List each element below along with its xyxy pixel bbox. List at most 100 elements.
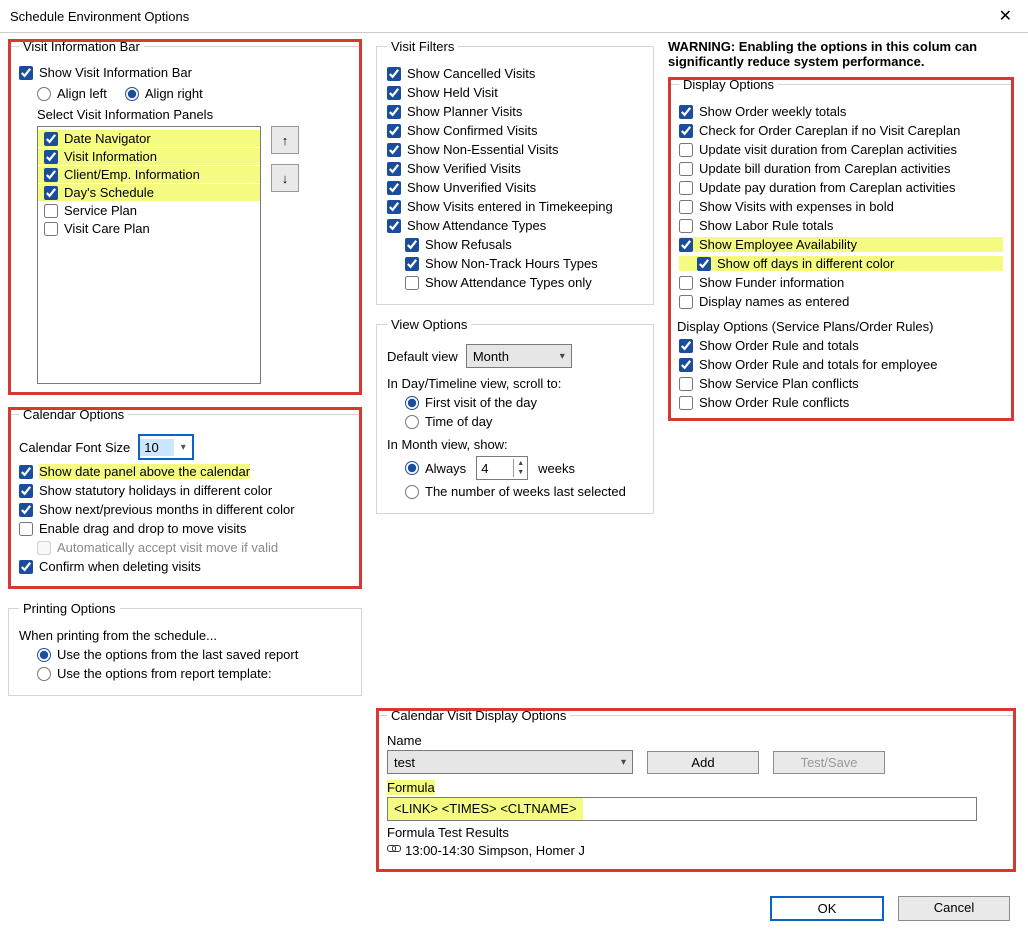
panel-visit-information-checkbox[interactable]: [44, 150, 58, 164]
weekly-totals-checkbox[interactable]: [679, 105, 693, 119]
panel-days-schedule-checkbox[interactable]: [44, 186, 58, 200]
labor-totals-checkbox[interactable]: [679, 219, 693, 233]
rule-totals-emp-checkbox[interactable]: [679, 358, 693, 372]
close-icon[interactable]: ✕: [993, 6, 1018, 26]
enable-drag-drop-checkbox[interactable]: [19, 522, 33, 536]
show-timekeeping-label: Show Visits entered in Timekeeping: [407, 199, 613, 214]
sp-conflicts-checkbox[interactable]: [679, 377, 693, 391]
weeks-input[interactable]: [477, 460, 513, 477]
show-planner-label: Show Planner Visits: [407, 104, 522, 119]
first-visit-label: First visit of the day: [425, 395, 537, 410]
show-visit-info-bar-checkbox[interactable]: [19, 66, 33, 80]
num-weeks-last-radio[interactable]: [405, 485, 419, 499]
show-stat-holidays-label: Show statutory holidays in different col…: [39, 483, 272, 498]
check-careplan-label: Check for Order Careplan if no Visit Car…: [699, 123, 960, 138]
panel-client-emp-info-checkbox[interactable]: [44, 168, 58, 182]
show-unverified-checkbox[interactable]: [387, 181, 401, 195]
update-bill-dur-checkbox[interactable]: [679, 162, 693, 176]
rule-totals-checkbox[interactable]: [679, 339, 693, 353]
emp-avail-checkbox[interactable]: [679, 238, 693, 252]
names-entered-checkbox[interactable]: [679, 295, 693, 309]
add-button[interactable]: Add: [647, 751, 759, 774]
show-held-checkbox[interactable]: [387, 86, 401, 100]
panel-visit-care-plan-label: Visit Care Plan: [64, 221, 150, 236]
panel-service-plan-label: Service Plan: [64, 203, 137, 218]
show-attendance-only-checkbox[interactable]: [405, 276, 419, 290]
confirm-delete-checkbox[interactable]: [19, 560, 33, 574]
view-options-group: View Options Default view Month ▾ In Day…: [376, 317, 654, 514]
labor-totals-label: Show Labor Rule totals: [699, 218, 833, 233]
cvdo-formula-input[interactable]: <LINK> <TIMES> <CLTNAME>: [387, 797, 977, 821]
performance-warning: WARNING: Enabling the options in this co…: [668, 39, 1014, 69]
show-verified-checkbox[interactable]: [387, 162, 401, 176]
cvdo-formula-label: Formula: [387, 780, 435, 795]
show-date-panel-checkbox[interactable]: [19, 465, 33, 479]
show-confirmed-checkbox[interactable]: [387, 124, 401, 138]
show-cancelled-label: Show Cancelled Visits: [407, 66, 535, 81]
check-careplan-checkbox[interactable]: [679, 124, 693, 138]
panel-date-navigator-checkbox[interactable]: [44, 132, 58, 146]
update-pay-dur-checkbox[interactable]: [679, 181, 693, 195]
rule-totals-emp-label: Show Order Rule and totals for employee: [699, 357, 937, 372]
ok-button[interactable]: OK: [770, 896, 884, 921]
calendar-font-size-input[interactable]: [140, 439, 174, 456]
show-nonessential-label: Show Non-Essential Visits: [407, 142, 559, 157]
display-options-legend: Display Options: [679, 77, 778, 92]
align-left-radio[interactable]: [37, 87, 51, 101]
spin-down-icon[interactable]: ▼: [514, 468, 527, 477]
rule-conflicts-checkbox[interactable]: [679, 396, 693, 410]
spin-up-icon[interactable]: ▲: [514, 459, 527, 468]
show-planner-checkbox[interactable]: [387, 105, 401, 119]
show-next-prev-months-label: Show next/previous months in different c…: [39, 502, 295, 517]
align-right-radio[interactable]: [125, 87, 139, 101]
show-refusals-checkbox[interactable]: [405, 238, 419, 252]
panel-client-emp-info-label: Client/Emp. Information: [64, 167, 200, 182]
funder-info-label: Show Funder information: [699, 275, 844, 290]
use-last-saved-radio[interactable]: [37, 648, 51, 662]
cvdo-legend: Calendar Visit Display Options: [387, 708, 570, 723]
calendar-options-group: Calendar Options Calendar Font Size ▾ Sh…: [8, 407, 362, 589]
chevron-down-icon: ▾: [174, 442, 192, 453]
cvdo-name-value: test: [394, 755, 415, 770]
show-nontrack-label: Show Non-Track Hours Types: [425, 256, 598, 271]
show-date-panel-label: Show date panel above the calendar: [39, 464, 250, 479]
panel-days-schedule-label: Day's Schedule: [64, 185, 154, 200]
show-attendance-label: Show Attendance Types: [407, 218, 546, 233]
calendar-options-legend: Calendar Options: [19, 407, 128, 422]
test-save-button[interactable]: Test/Save: [773, 751, 885, 774]
panel-visit-care-plan-checkbox[interactable]: [44, 222, 58, 236]
show-nonessential-checkbox[interactable]: [387, 143, 401, 157]
show-next-prev-months-checkbox[interactable]: [19, 503, 33, 517]
cvdo-name-select[interactable]: test ▾: [387, 750, 633, 774]
use-template-radio[interactable]: [37, 667, 51, 681]
show-nontrack-checkbox[interactable]: [405, 257, 419, 271]
default-view-label: Default view: [387, 349, 458, 364]
move-down-button[interactable]: ↓: [271, 164, 299, 192]
always-radio[interactable]: [405, 461, 419, 475]
scroll-to-label: In Day/Timeline view, scroll to:: [387, 376, 643, 391]
update-visit-dur-checkbox[interactable]: [679, 143, 693, 157]
printing-options-group: Printing Options When printing from the …: [8, 601, 362, 696]
move-up-button[interactable]: ↑: [271, 126, 299, 154]
cancel-button[interactable]: Cancel: [898, 896, 1010, 921]
align-left-label: Align left: [57, 86, 107, 101]
confirm-delete-label: Confirm when deleting visits: [39, 559, 201, 574]
show-confirmed-label: Show Confirmed Visits: [407, 123, 538, 138]
default-view-select[interactable]: Month ▾: [466, 344, 572, 368]
time-of-day-radio[interactable]: [405, 415, 419, 429]
panel-visit-information-label: Visit Information: [64, 149, 157, 164]
panel-service-plan-checkbox[interactable]: [44, 204, 58, 218]
funder-info-checkbox[interactable]: [679, 276, 693, 290]
show-cancelled-checkbox[interactable]: [387, 67, 401, 81]
calendar-font-size-select[interactable]: ▾: [138, 434, 194, 460]
weeks-spinner[interactable]: ▲▼: [476, 456, 528, 480]
sp-conflicts-label: Show Service Plan conflicts: [699, 376, 859, 391]
visit-info-panels-list[interactable]: Date Navigator Visit Information Client/…: [37, 126, 261, 384]
show-timekeeping-checkbox[interactable]: [387, 200, 401, 214]
first-visit-radio[interactable]: [405, 396, 419, 410]
show-attendance-checkbox[interactable]: [387, 219, 401, 233]
arrow-up-icon: ↑: [282, 133, 289, 148]
show-stat-holidays-checkbox[interactable]: [19, 484, 33, 498]
off-days-color-checkbox[interactable]: [697, 257, 711, 271]
expenses-bold-checkbox[interactable]: [679, 200, 693, 214]
